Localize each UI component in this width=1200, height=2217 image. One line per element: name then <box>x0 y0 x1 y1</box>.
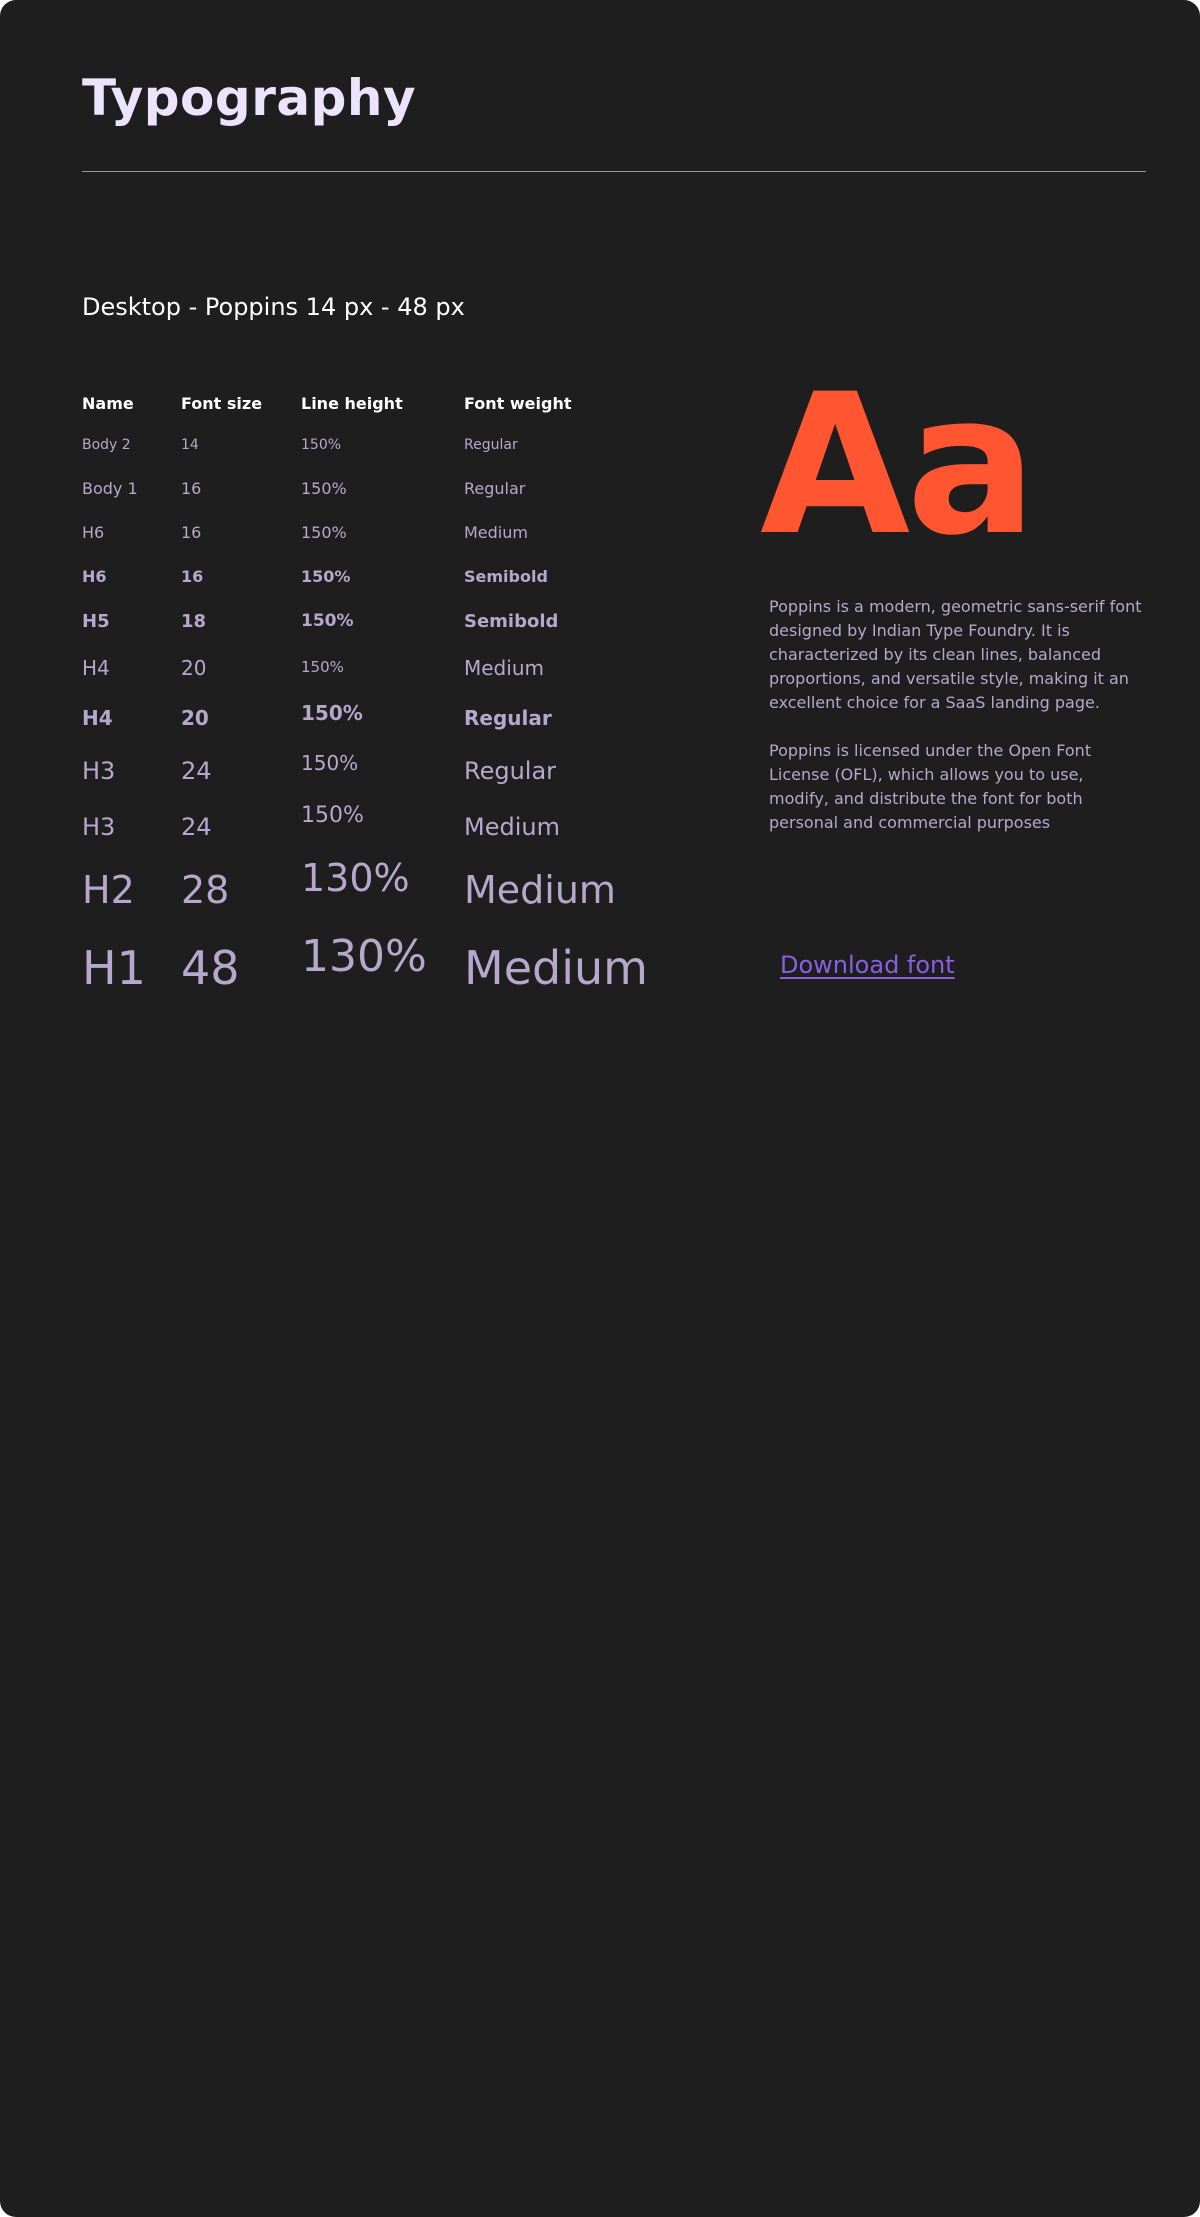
font-specimen-glyphs: Aa <box>760 352 1037 578</box>
row-font-size: 28 <box>181 868 230 912</box>
row-name: Body 1 <box>82 479 138 498</box>
row-line-height: 150% <box>301 658 344 676</box>
row-name: H6 <box>82 567 107 586</box>
row-name: Body 2 <box>82 437 131 453</box>
row-font-size: 18 <box>181 611 207 632</box>
row-font-size: 24 <box>181 813 212 841</box>
row-font-weight: Medium <box>464 868 616 912</box>
row-line-height: 150% <box>301 437 342 453</box>
row-font-size: 16 <box>181 523 202 542</box>
font-description: Poppins is a modern, geometric sans-seri… <box>769 595 1145 859</box>
row-line-height: 150% <box>301 611 354 631</box>
description-paragraph: Poppins is a modern, geometric sans-seri… <box>769 597 1142 712</box>
row-name: H3 <box>82 757 116 785</box>
row-name: H1 <box>82 941 146 995</box>
row-line-height: 150% <box>301 701 363 725</box>
row-line-height: 130% <box>301 931 427 982</box>
typography-page: Typography Desktop - Poppins 14 px - 48 … <box>0 0 1200 2217</box>
row-font-size: 20 <box>181 706 209 730</box>
row-name: H6 <box>82 523 105 542</box>
row-name: H4 <box>82 656 110 680</box>
column-header-name: Name <box>82 394 134 413</box>
row-font-size: 14 <box>181 437 199 453</box>
column-header-line-height: Line height <box>301 394 403 413</box>
row-line-height: 150% <box>301 751 359 775</box>
column-header-font-weight: Font weight <box>464 394 572 413</box>
row-font-weight: Medium <box>464 941 648 995</box>
row-line-height: 150% <box>301 567 351 586</box>
row-font-size: 48 <box>181 941 240 995</box>
row-name: H4 <box>82 706 113 730</box>
row-line-height: 150% <box>301 523 347 542</box>
row-font-size: 20 <box>181 656 207 680</box>
column-header-font-size: Font size <box>181 394 263 413</box>
row-font-weight: Medium <box>464 656 544 680</box>
row-font-weight: Semibold <box>464 567 548 586</box>
row-name: H3 <box>82 813 116 841</box>
row-font-weight: Regular <box>464 479 526 498</box>
license-paragraph: Poppins is licensed under the Open Font … <box>769 741 1092 832</box>
download-font-link[interactable]: Download font <box>780 947 955 983</box>
row-line-height: 130% <box>301 856 410 900</box>
row-font-size: 16 <box>181 567 204 586</box>
row-line-height: 150% <box>301 803 364 828</box>
row-name: H2 <box>82 868 135 912</box>
type-scale-table: Name Font size Line height Font weight B… <box>82 0 722 1100</box>
row-font-size: 24 <box>181 757 212 785</box>
row-font-weight: Regular <box>464 706 552 730</box>
row-font-weight: Regular <box>464 757 557 785</box>
row-font-weight: Semibold <box>464 611 559 632</box>
row-font-weight: Medium <box>464 523 528 542</box>
row-font-weight: Regular <box>464 437 518 453</box>
row-font-size: 16 <box>181 479 202 498</box>
row-line-height: 150% <box>301 479 347 498</box>
row-font-weight: Medium <box>464 813 560 841</box>
row-name: H5 <box>82 611 110 632</box>
